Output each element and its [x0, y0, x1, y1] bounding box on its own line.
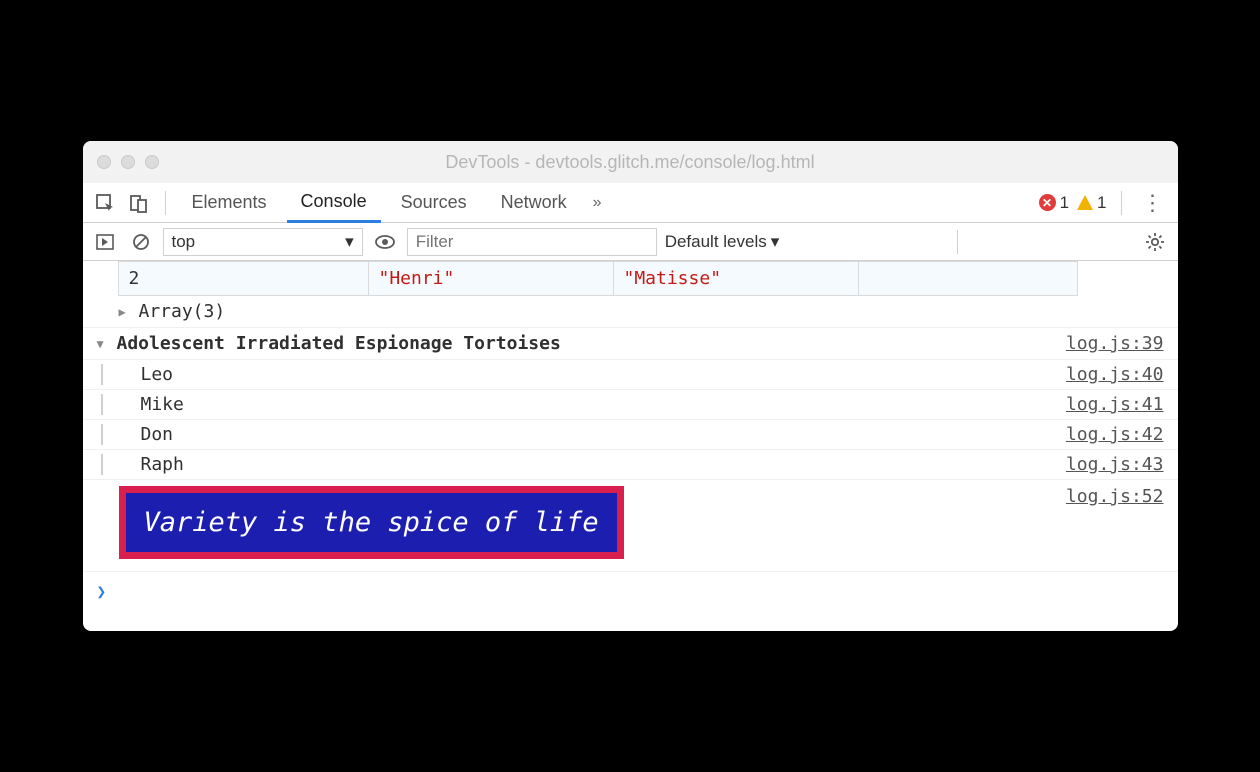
live-expression-icon[interactable] [371, 228, 399, 256]
inspect-element-icon[interactable] [91, 189, 119, 217]
console-entry[interactable]: Don log.js:42 [83, 420, 1178, 450]
expand-icon[interactable]: ▶ [119, 301, 133, 319]
chevron-down-icon: ▾ [345, 232, 354, 252]
console-prompt[interactable]: ❯ [83, 572, 1178, 631]
tab-console[interactable]: Console [287, 183, 381, 223]
group-indent [101, 364, 103, 385]
log-levels-selector[interactable]: Default levels ▾ [665, 232, 780, 252]
table-row[interactable]: 2 "Henri" "Matisse" [119, 262, 1077, 295]
divider [957, 230, 958, 254]
device-toolbar-icon[interactable] [125, 189, 153, 217]
console-entry[interactable]: Leo log.js:40 [83, 360, 1178, 390]
collapse-icon[interactable]: ▼ [97, 333, 111, 351]
console-table: 2 "Henri" "Matisse" [118, 261, 1078, 296]
filter-input[interactable] [407, 228, 657, 256]
array-summary: Array(3) [133, 301, 1170, 322]
minimize-window-button[interactable] [121, 155, 135, 169]
clear-console-icon[interactable] [127, 228, 155, 256]
console-settings-icon[interactable] [1141, 228, 1169, 256]
console-toolbar: top ▾ Default levels ▾ [83, 223, 1178, 261]
console-entry-array[interactable]: ▶ Array(3) [83, 296, 1178, 328]
context-label: top [172, 232, 196, 252]
console-entry-styled[interactable]: Variety is the spice of life log.js:52 [83, 480, 1178, 572]
error-icon: ✕ [1039, 194, 1056, 211]
source-link[interactable]: log.js:40 [1066, 364, 1170, 385]
source-link[interactable]: log.js:42 [1066, 424, 1170, 445]
group-indent [101, 454, 103, 475]
tab-network[interactable]: Network [487, 183, 581, 223]
source-link[interactable]: log.js:39 [1066, 333, 1170, 354]
devtools-window: DevTools - devtools.glitch.me/console/lo… [83, 141, 1178, 631]
warning-count-badge[interactable]: 1 [1077, 193, 1106, 213]
divider [165, 191, 166, 215]
execution-context-selector[interactable]: top ▾ [163, 228, 363, 256]
source-link[interactable]: log.js:52 [1066, 486, 1170, 507]
source-link[interactable]: log.js:43 [1066, 454, 1170, 475]
console-entry[interactable]: Raph log.js:43 [83, 450, 1178, 480]
source-link[interactable]: log.js:41 [1066, 394, 1170, 415]
warning-icon [1077, 195, 1093, 210]
error-count: 1 [1060, 193, 1069, 213]
toggle-sidebar-icon[interactable] [91, 228, 119, 256]
log-text: Raph [123, 454, 1066, 475]
log-text: Don [123, 424, 1066, 445]
warning-count: 1 [1097, 193, 1106, 213]
tab-sources[interactable]: Sources [387, 183, 481, 223]
titlebar: DevTools - devtools.glitch.me/console/lo… [83, 141, 1178, 183]
error-count-badge[interactable]: ✕ 1 [1039, 193, 1069, 213]
table-cell-first: "Henri" [369, 262, 614, 295]
log-text: Mike [123, 394, 1066, 415]
window-title: DevTools - devtools.glitch.me/console/lo… [83, 152, 1178, 173]
traffic-lights [97, 155, 159, 169]
levels-label: Default levels [665, 232, 767, 252]
main-toolbar: Elements Console Sources Network » ✕ 1 1… [83, 183, 1178, 223]
console-group-header[interactable]: ▼ Adolescent Irradiated Espionage Tortoi… [83, 328, 1178, 360]
more-tabs-button[interactable]: » [587, 194, 608, 212]
log-text: Leo [123, 364, 1066, 385]
prompt-caret-icon: ❯ [97, 582, 107, 601]
table-cell-empty [859, 262, 1077, 295]
close-window-button[interactable] [97, 155, 111, 169]
tab-elements[interactable]: Elements [178, 183, 281, 223]
group-indent [101, 424, 103, 445]
chevron-down-icon: ▾ [771, 232, 780, 252]
group-indent [101, 394, 103, 415]
settings-menu-button[interactable]: ⋮ [1136, 190, 1170, 216]
styled-log-text: Variety is the spice of life [119, 486, 624, 559]
table-cell-last: "Matisse" [614, 262, 859, 295]
divider [1121, 191, 1122, 215]
console-output: 2 "Henri" "Matisse" ▶ Array(3) ▼ Adolesc… [83, 261, 1178, 631]
zoom-window-button[interactable] [145, 155, 159, 169]
table-cell-index: 2 [119, 262, 369, 295]
group-title: Adolescent Irradiated Espionage Tortoise… [111, 333, 1066, 354]
console-entry[interactable]: Mike log.js:41 [83, 390, 1178, 420]
